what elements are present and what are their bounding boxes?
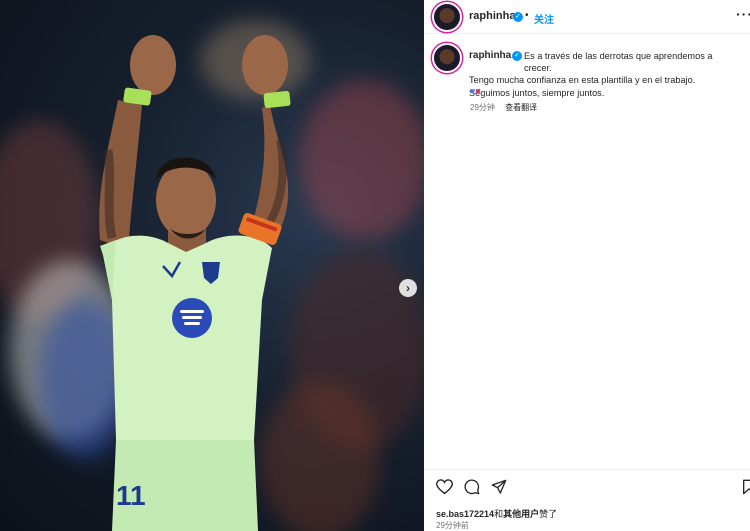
comment-icon[interactable] (464, 479, 480, 495)
likes-and: 和 (494, 509, 504, 519)
caption-emoji: ♥♥ 💙❤️ (470, 86, 481, 96)
follow-separator: • (525, 10, 529, 21)
post-timestamp: 29分钟前 (436, 521, 469, 530)
follow-button[interactable]: 关注 (534, 11, 554, 26)
chevron-right-icon: › (406, 281, 410, 295)
verified-icon: ✓ (513, 12, 523, 22)
more-options-icon[interactable]: ··· (736, 6, 750, 22)
share-icon[interactable] (491, 479, 507, 495)
next-photo-button[interactable]: › (399, 279, 417, 297)
caption-text: Es a través de las derrotas que aprendem… (469, 50, 739, 99)
caption-meta: 29分钟 查看翻译 (470, 102, 537, 113)
save-bookmark-icon[interactable] (742, 479, 750, 495)
player-figure (99, 35, 291, 531)
like-heart-icon[interactable] (436, 479, 453, 495)
see-translation-link[interactable]: 查看翻译 (505, 103, 537, 112)
header-username[interactable]: raphinha (469, 10, 515, 22)
liked-by-others[interactable]: 其他用户 (503, 509, 539, 519)
post-photo[interactable]: 11 › (0, 0, 424, 531)
caption-line: Seguimos juntos, siempre juntos. (469, 87, 605, 98)
jersey-number: 11 (116, 480, 146, 511)
likes-summary: se.bas172214和其他用户赞了 (436, 507, 557, 520)
avatar[interactable] (434, 4, 460, 30)
post-header: raphinha ✓ • 关注 ··· (424, 0, 750, 34)
caption-line: Tengo mucha confianza en esta plantilla … (469, 75, 696, 86)
caption-avatar[interactable] (434, 45, 460, 71)
post-panel: raphinha ✓ • 关注 ··· raphinha ✓ Es a trav… (424, 0, 750, 531)
caption-line: Es a través de las derrotas que aprendem… (524, 51, 713, 74)
action-bar: se.bas172214和其他用户赞了 29分钟前 (424, 469, 750, 531)
caption-time: 29分钟 (470, 103, 495, 112)
liked-by-user[interactable]: se.bas172214 (436, 509, 494, 519)
likes-suffix: 赞了 (539, 509, 558, 519)
